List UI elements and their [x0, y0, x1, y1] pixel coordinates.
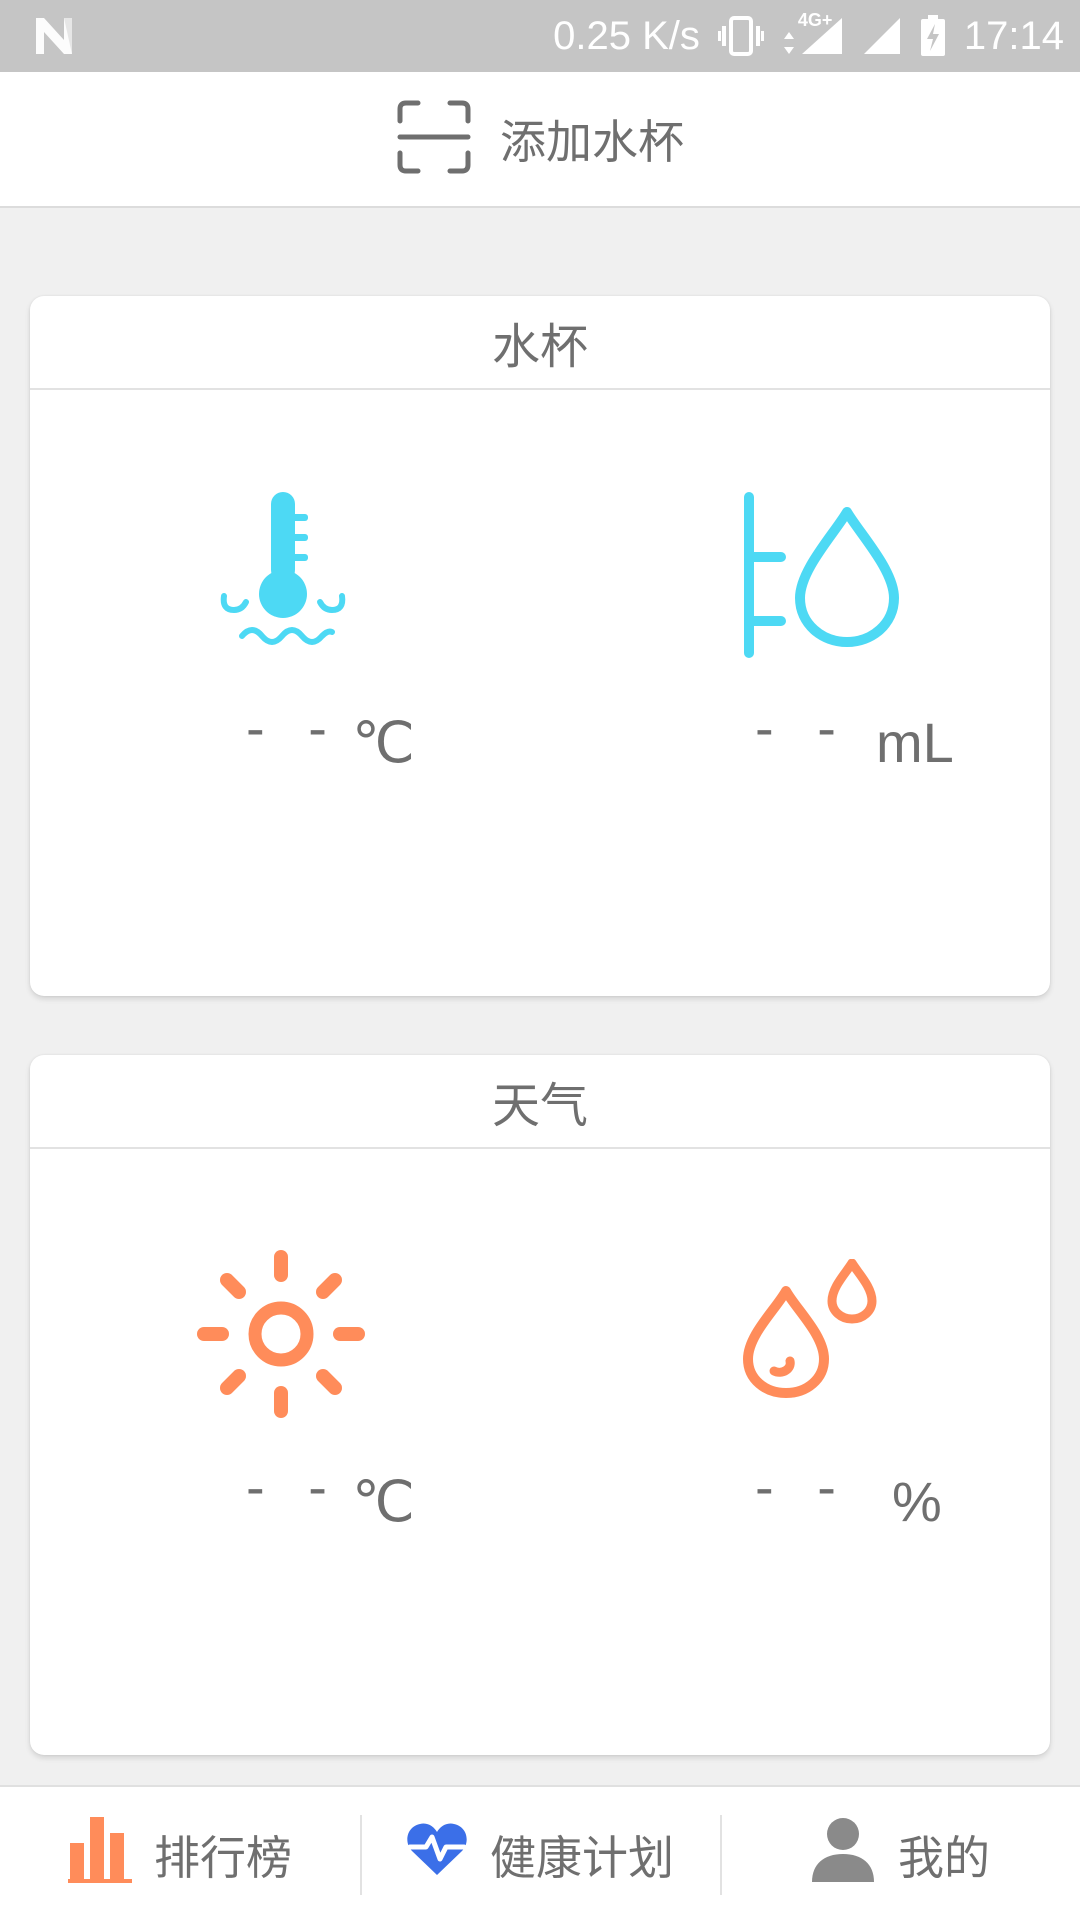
- weather-temperature: - - ℃: [30, 1149, 540, 1755]
- sun-icon: [196, 1249, 366, 1423]
- nav-leaderboard-label: 排行榜: [154, 1830, 292, 1885]
- weather-card: 天气 - - ℃ - - %: [30, 1055, 1050, 1755]
- clock: 17:14: [963, 13, 1064, 58]
- add-cup-button[interactable]: 添加水杯: [396, 99, 684, 179]
- humidity-drops-icon: [740, 1258, 880, 1403]
- vibrate-icon: [717, 16, 764, 56]
- network-type-label: 4G+: [797, 10, 833, 30]
- nav-leaderboard[interactable]: 排行榜: [0, 1787, 360, 1922]
- weather-humidity-unit: %: [892, 1470, 942, 1533]
- scan-icon: [396, 99, 472, 179]
- weather-temperature-unit: ℃: [352, 1470, 415, 1533]
- app-bar: 添加水杯: [0, 72, 1080, 208]
- nav-profile-label: 我的: [898, 1830, 990, 1885]
- battery-charging-icon: [920, 15, 946, 57]
- heart-pulse-icon: [406, 1821, 468, 1888]
- cup-volume-value: - -: [755, 696, 850, 759]
- cup-card-title: 水杯: [30, 296, 1050, 390]
- nav-health-plan-label: 健康计划: [490, 1830, 674, 1885]
- bar-chart-icon: [68, 1815, 132, 1894]
- weather-humidity-value: - -: [755, 1455, 850, 1518]
- weather-card-title: 天气: [30, 1055, 1050, 1149]
- cup-volume-unit: mL: [876, 711, 954, 774]
- person-icon: [810, 1816, 876, 1893]
- network-speed: 0.25 K/s: [553, 13, 700, 58]
- weather-temperature-value: - -: [246, 1455, 341, 1518]
- bottom-nav: 排行榜 健康计划 我的: [0, 1785, 1080, 1922]
- add-cup-title: 添加水杯: [500, 115, 684, 169]
- cup-volume: - - mL: [540, 390, 1050, 996]
- water-level-icon: [740, 490, 910, 664]
- cup-temperature-unit: ℃: [352, 711, 415, 774]
- notification-n-icon: [30, 14, 78, 58]
- nav-profile[interactable]: 我的: [720, 1787, 1080, 1922]
- signal-icon: [862, 16, 902, 56]
- cup-card: 水杯 - - ℃ - - mL: [30, 296, 1050, 996]
- network-4g-icon: 4G+: [782, 10, 844, 56]
- cup-temperature: - - ℃: [30, 390, 540, 996]
- nav-health-plan[interactable]: 健康计划: [360, 1787, 720, 1922]
- thermometer-icon: [220, 490, 350, 654]
- status-bar: 0.25 K/s 4G+ 17:14: [0, 0, 1080, 72]
- cup-temperature-value: - -: [246, 696, 341, 759]
- weather-humidity: - - %: [540, 1149, 1050, 1755]
